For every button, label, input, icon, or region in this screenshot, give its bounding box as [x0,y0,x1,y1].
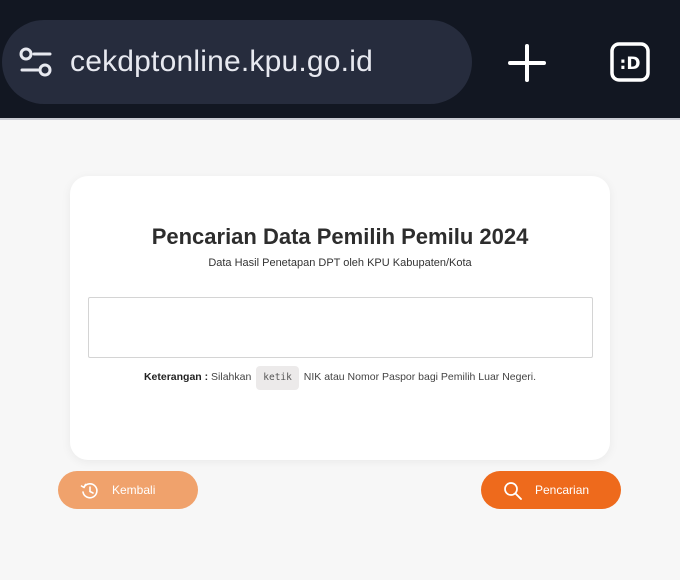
tune-icon[interactable] [18,46,54,78]
hint-label: Keterangan : [143,371,209,383]
tab-switcher-icon[interactable]: :D [610,42,650,82]
page-title: Pencarian Data Pemilih Pemilu 2024 [151,224,529,249]
address-bar[interactable]: cekdptonline.kpu.go.id [2,20,472,104]
search-button-label: Pencarian [535,483,590,497]
search-icon [504,482,522,500]
url-text[interactable]: cekdptonline.kpu.go.id [70,44,373,80]
hint-before: Silahkan [211,371,252,383]
hint-after: NIK atau Nomor Paspor bagi Pemilih Luar … [303,371,537,383]
search-hint: Keterangan : Silahkan ketik NIK atau Nom… [70,366,610,390]
plus-icon[interactable] [506,42,548,84]
page-subtitle: Data Hasil Penetapan DPT oleh KPU Kabupa… [208,257,472,269]
nik-search-input[interactable] [88,297,593,358]
search-card: Pencarian Data Pemilih Pemilu 2024 Data … [70,176,610,460]
tab-switcher-badge: :D [620,54,641,74]
browser-toolbar: cekdptonline.kpu.go.id :D [0,0,680,120]
back-button[interactable]: Kembali [58,471,198,509]
hint-keyword: ketik [256,366,299,390]
back-button-label: Kembali [112,483,156,497]
history-icon [80,483,98,499]
search-button[interactable]: Pencarian [481,471,621,509]
